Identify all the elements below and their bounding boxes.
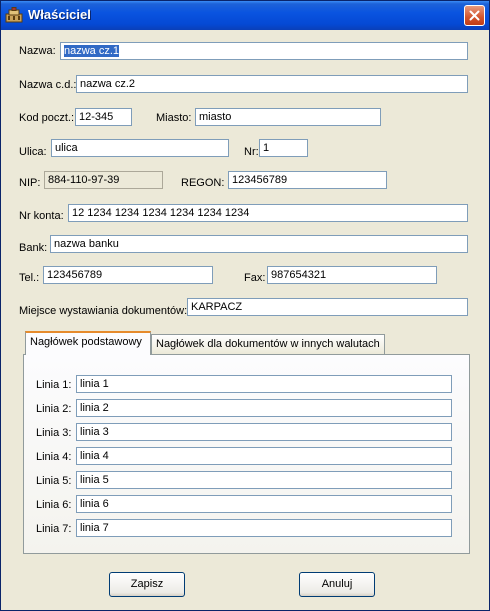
miejsce-label: Miejsce wystawiania dokumentów: [19,305,188,317]
window-title: Właściciel [28,7,91,22]
miasto-label: Miasto: [156,112,192,124]
linia-3-field[interactable]: linia 3 [76,423,452,441]
nr-field[interactable]: 1 [259,139,308,157]
miejsce-field[interactable]: KARPACZ [187,298,468,316]
regon-field[interactable]: 123456789 [228,171,387,189]
tab-naglowek-podstawowy[interactable]: Nagłówek podstawowy [25,331,151,355]
linia-4-label: Linia 4: [36,451,72,463]
nazwa-cd-label: Nazwa c.d.: [19,79,77,91]
nr-label: Nr: [244,146,259,158]
linia-7-label: Linia 7: [36,523,72,535]
bank-label: Bank: [19,242,48,254]
linia-5-field[interactable]: linia 5 [76,471,452,489]
nazwa-value: nazwa cz.1 [64,45,120,57]
nr-konta-field[interactable]: 12 1234 1234 1234 1234 1234 1234 [68,204,468,222]
fax-label: Fax: [244,272,266,284]
miasto-field[interactable]: miasto [195,108,381,126]
fax-field[interactable]: 987654321 [267,266,437,284]
bank-field[interactable]: nazwa banku [50,235,468,253]
linia-2-label: Linia 2: [36,403,72,415]
nazwa-cd-field[interactable]: nazwa cz.2 [76,75,468,93]
save-button[interactable]: Zapisz [109,572,185,597]
close-button[interactable] [464,5,485,26]
linia-7-field[interactable]: linia 7 [76,519,452,537]
linia-2-field[interactable]: linia 2 [76,399,452,417]
linia-5-label: Linia 5: [36,475,72,487]
nazwa-field[interactable]: nazwa cz.1 [60,42,468,60]
app-icon [5,7,23,23]
nr-konta-label: Nr konta: [19,210,64,222]
tab-naglowek-inne-waluty[interactable]: Nagłówek dla dokumentów w innych walutac… [151,334,385,354]
cancel-button[interactable]: Anuluj [299,572,375,597]
nip-field: 884-110-97-39 [44,171,163,189]
owner-dialog: Właściciel Nazwa: nazwa cz.1 Nazwa c.d.:… [0,0,490,611]
linia-1-field[interactable]: linia 1 [76,375,452,393]
regon-label: REGON: [181,177,225,189]
linia-1-label: Linia 1: [36,379,72,391]
tel-field[interactable]: 123456789 [43,266,213,284]
tel-label: Tel.: [19,272,40,284]
tab-label: Nagłówek podstawowy [30,336,142,348]
nip-label: NIP: [19,177,41,189]
ulica-field[interactable]: ulica [51,139,229,157]
save-button-label: Zapisz [130,578,164,590]
close-icon [469,10,480,21]
title-bar[interactable]: Właściciel [1,1,489,30]
linia-3-label: Linia 3: [36,427,72,439]
linia-4-field[interactable]: linia 4 [76,447,452,465]
kod-field[interactable]: 12-345 [75,108,132,126]
tab-label: Nagłówek dla dokumentów w innych walutac… [156,338,380,350]
kod-label: Kod poczt.: [19,112,75,124]
linia-6-label: Linia 6: [36,499,72,511]
nazwa-label: Nazwa: [19,45,56,57]
ulica-label: Ulica: [19,146,47,158]
linia-6-field[interactable]: linia 6 [76,495,452,513]
cancel-button-label: Anuluj [321,578,353,590]
